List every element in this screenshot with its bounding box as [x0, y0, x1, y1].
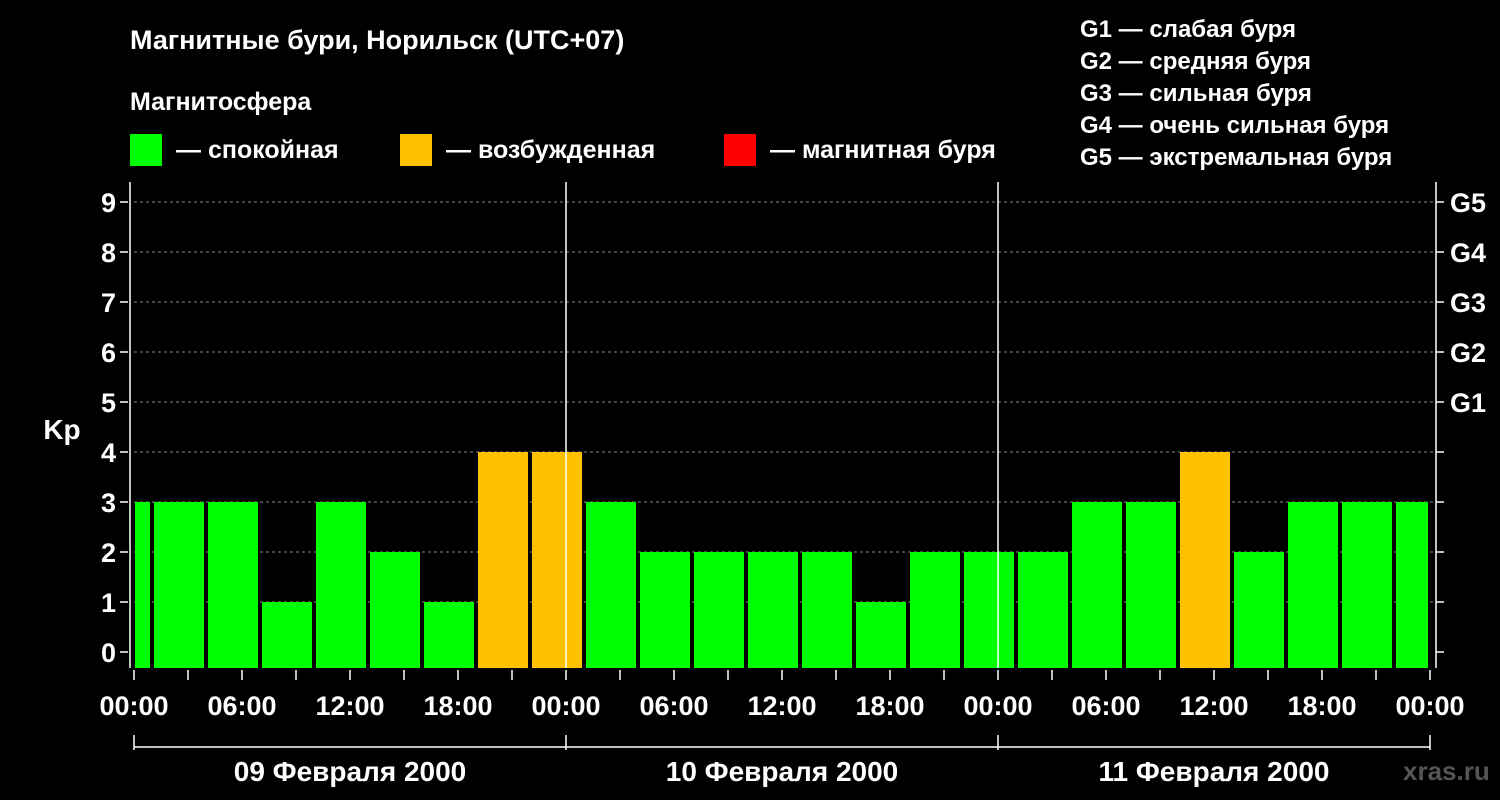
x-tick-label: 12:00 — [315, 691, 384, 721]
x-tick-label: 18:00 — [423, 691, 492, 721]
legend-swatch-storm — [724, 134, 756, 166]
kp-bar — [262, 602, 312, 668]
kp-bar — [802, 552, 852, 668]
legend-label-quiet: — спокойная — [176, 136, 339, 164]
kp-bar — [586, 502, 636, 668]
storm-scale-g4: G4 — очень сильная буря — [1080, 112, 1389, 139]
x-tick-label: 06:00 — [639, 691, 708, 721]
kp-bar — [694, 552, 744, 668]
day-label: 10 Февраля 2000 — [666, 756, 898, 787]
day-label: 11 Февраля 2000 — [1099, 756, 1330, 787]
y-tick-label: 4 — [101, 438, 116, 468]
x-tick-label: 00:00 — [99, 691, 168, 721]
kp-bar — [964, 552, 1014, 668]
kp-bar — [748, 552, 798, 668]
legend-swatch-quiet — [130, 134, 162, 166]
y-tick-label: 3 — [101, 488, 116, 518]
storm-scale-g2: G2 — средняя буря — [1080, 48, 1311, 75]
kp-bar — [1018, 552, 1068, 668]
y-tick-label: 1 — [101, 588, 116, 618]
right-axis-label-g4: G4 — [1450, 238, 1486, 268]
y-tick-label: 2 — [101, 538, 116, 568]
legend-swatch-active — [400, 134, 432, 166]
x-tick-label: 06:00 — [1071, 691, 1140, 721]
kp-bar — [154, 502, 204, 668]
right-axis-labels: G1 G2 G3 G4 G5 — [1450, 188, 1486, 418]
kp-bar — [910, 552, 960, 668]
day-label: 09 Февраля 2000 — [234, 756, 466, 787]
kp-bar — [1234, 552, 1284, 668]
right-axis-label-g3: G3 — [1450, 288, 1486, 318]
legend-label-storm: — магнитная буря — [770, 136, 996, 164]
y-tick-label: 6 — [101, 338, 116, 368]
x-tick-label: 00:00 — [963, 691, 1032, 721]
y-tick-label: 0 — [101, 638, 116, 668]
kp-bar — [856, 602, 906, 668]
legend-label-active: — возбужденная — [446, 136, 655, 164]
kp-bar — [1072, 502, 1122, 668]
storm-scale-g5: G5 — экстремальная буря — [1080, 144, 1392, 171]
right-axis-label-g1: G1 — [1450, 388, 1486, 418]
kp-bar — [1288, 502, 1338, 668]
x-tick-label: 00:00 — [1395, 691, 1464, 721]
kp-bar — [424, 602, 474, 668]
x-tick-label: 12:00 — [1179, 691, 1248, 721]
bars — [135, 452, 1428, 668]
kp-bar — [208, 502, 258, 668]
y-tick-label: 7 — [101, 288, 116, 318]
kp-bar — [1342, 502, 1392, 668]
x-tick-labels: 00:00 06:00 12:00 18:00 00:00 06:00 12:00 18:00… — [99, 691, 1464, 721]
y-axis-label: Kp — [43, 414, 80, 445]
kp-bar — [135, 502, 150, 668]
kp-bar — [370, 552, 420, 668]
y-tick-label: 9 — [101, 188, 116, 218]
y-tick-label: 8 — [101, 238, 116, 268]
x-tick-label: 18:00 — [855, 691, 924, 721]
kp-bar — [316, 502, 366, 668]
kp-chart: Магнитные бури, Норильск (UTC+07) Магнит… — [43, 16, 1490, 787]
storm-scale-g3: G3 — сильная буря — [1080, 80, 1312, 107]
y-tick-label: 5 — [101, 388, 116, 418]
x-tick-label: 12:00 — [747, 691, 816, 721]
storm-scale-g1: G1 — слабая буря — [1080, 16, 1296, 43]
chart-title: Магнитные бури, Норильск (UTC+07) — [130, 25, 624, 55]
right-axis-label-g5: G5 — [1450, 188, 1486, 218]
day-labels: 09 Февраля 2000 10 Февраля 2000 11 Февраля… — [234, 756, 1330, 787]
x-tick-label: 00:00 — [531, 691, 600, 721]
kp-bar — [1396, 502, 1428, 668]
watermark: xras.ru — [1403, 756, 1490, 786]
y-tick-labels: 0 1 2 3 4 5 6 7 8 9 — [101, 188, 116, 668]
x-tick-label: 06:00 — [207, 691, 276, 721]
kp-bar — [1180, 452, 1230, 668]
right-axis-label-g2: G2 — [1450, 338, 1486, 368]
kp-bar — [532, 452, 582, 668]
kp-bar — [478, 452, 528, 668]
legend-title: Магнитосфера — [130, 88, 312, 116]
kp-bar — [1126, 502, 1176, 668]
kp-bar — [640, 552, 690, 668]
x-tick-label: 18:00 — [1287, 691, 1356, 721]
